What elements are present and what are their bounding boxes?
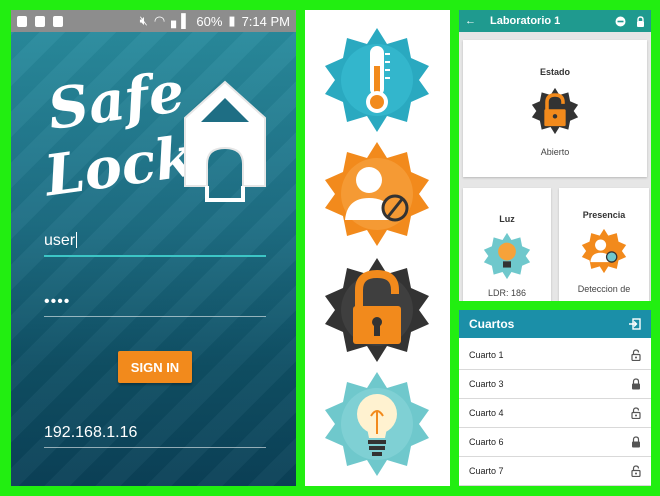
- presence-icon: [325, 142, 429, 246]
- login-screen: 🔇︎ ◠ ▖▌ 60% ▮ 7:14 PM Safe Lock user •••…: [11, 10, 296, 486]
- room-label: Cuarto 4: [469, 408, 504, 418]
- lock-open-icon: [631, 407, 641, 419]
- image-notification-icon: [35, 15, 45, 27]
- back-arrow-icon[interactable]: ←: [465, 15, 476, 27]
- list-item-cuarto-1[interactable]: Cuarto 1: [459, 341, 651, 370]
- lightbulb-icon: [483, 232, 531, 280]
- icon-gallery: [305, 10, 450, 486]
- padlock-open-icon: [325, 258, 429, 362]
- lock-open-icon: [631, 349, 641, 361]
- sign-in-button[interactable]: SIGN IN: [118, 351, 192, 383]
- estado-card[interactable]: Estado Abierto: [463, 40, 647, 177]
- signal-icon: ▖▌: [171, 13, 191, 28]
- presencia-value: Deteccion de: [577, 284, 631, 294]
- rooms-screen: Cuartos Cuarto 1 Cuarto 3 Cuarto 4 Cuart…: [459, 310, 651, 486]
- battery-percent: 60%: [196, 13, 223, 29]
- presence-icon: [581, 228, 627, 274]
- presencia-heading: Presencia: [582, 210, 626, 220]
- room-label: Cuarto 3: [469, 379, 504, 389]
- wifi-icon: ◠: [153, 13, 166, 28]
- remove-icon[interactable]: [615, 16, 626, 27]
- mute-icon: 🔇︎: [139, 13, 148, 28]
- battery-icon: ▮: [228, 13, 236, 28]
- luz-heading: Luz: [499, 214, 515, 224]
- luz-card[interactable]: Luz LDR: 186: [463, 188, 551, 301]
- house-lock-icon: [184, 80, 266, 202]
- username-input[interactable]: user: [44, 232, 266, 257]
- rooms-title: Cuartos: [469, 317, 515, 331]
- rooms-app-bar: Cuartos: [459, 310, 651, 338]
- lab-title: Laboratorio 1: [490, 15, 561, 27]
- lab-screen: ← Laboratorio 1 Estado Abierto Luz LDR: …: [459, 10, 651, 301]
- padlock-open-icon: [531, 87, 579, 135]
- server-ip-input[interactable]: 192.168.1.16: [44, 424, 266, 448]
- presencia-card[interactable]: Presencia Deteccion de: [559, 188, 649, 301]
- server-ip-value: 192.168.1.16: [44, 424, 138, 441]
- notification-icon: [17, 15, 27, 27]
- password-mask: ••••: [44, 293, 71, 310]
- text-cursor: [76, 232, 78, 248]
- room-label: Cuarto 1: [469, 350, 504, 360]
- lock-closed-icon: [632, 436, 640, 448]
- luz-value: LDR: 186: [487, 288, 527, 298]
- app-bar: ← Laboratorio 1: [459, 10, 651, 32]
- password-input[interactable]: ••••: [44, 293, 266, 317]
- status-bar: 🔇︎ ◠ ▖▌ 60% ▮ 7:14 PM: [11, 10, 296, 32]
- estado-heading: Estado: [539, 67, 570, 77]
- lock-closed-icon: [632, 378, 640, 390]
- username-value: user: [44, 232, 76, 249]
- lock-icon[interactable]: [636, 15, 645, 27]
- logout-icon[interactable]: [628, 318, 641, 330]
- list-item-cuarto-6[interactable]: Cuarto 6: [459, 428, 651, 457]
- lock-open-icon: [631, 465, 641, 477]
- list-item-cuarto-3[interactable]: Cuarto 3: [459, 370, 651, 399]
- clock: 7:14 PM: [241, 13, 290, 29]
- room-label: Cuarto 7: [469, 466, 504, 476]
- room-label: Cuarto 6: [469, 437, 504, 447]
- safelock-logo: Safe Lock: [41, 60, 266, 210]
- list-item-cuarto-4[interactable]: Cuarto 4: [459, 399, 651, 428]
- list-item-cuarto-7[interactable]: Cuarto 7: [459, 457, 651, 486]
- estado-value: Abierto: [540, 147, 570, 157]
- thermometer-icon: [325, 28, 429, 132]
- lightbulb-icon: [325, 372, 429, 476]
- mail-notification-icon: [53, 15, 63, 27]
